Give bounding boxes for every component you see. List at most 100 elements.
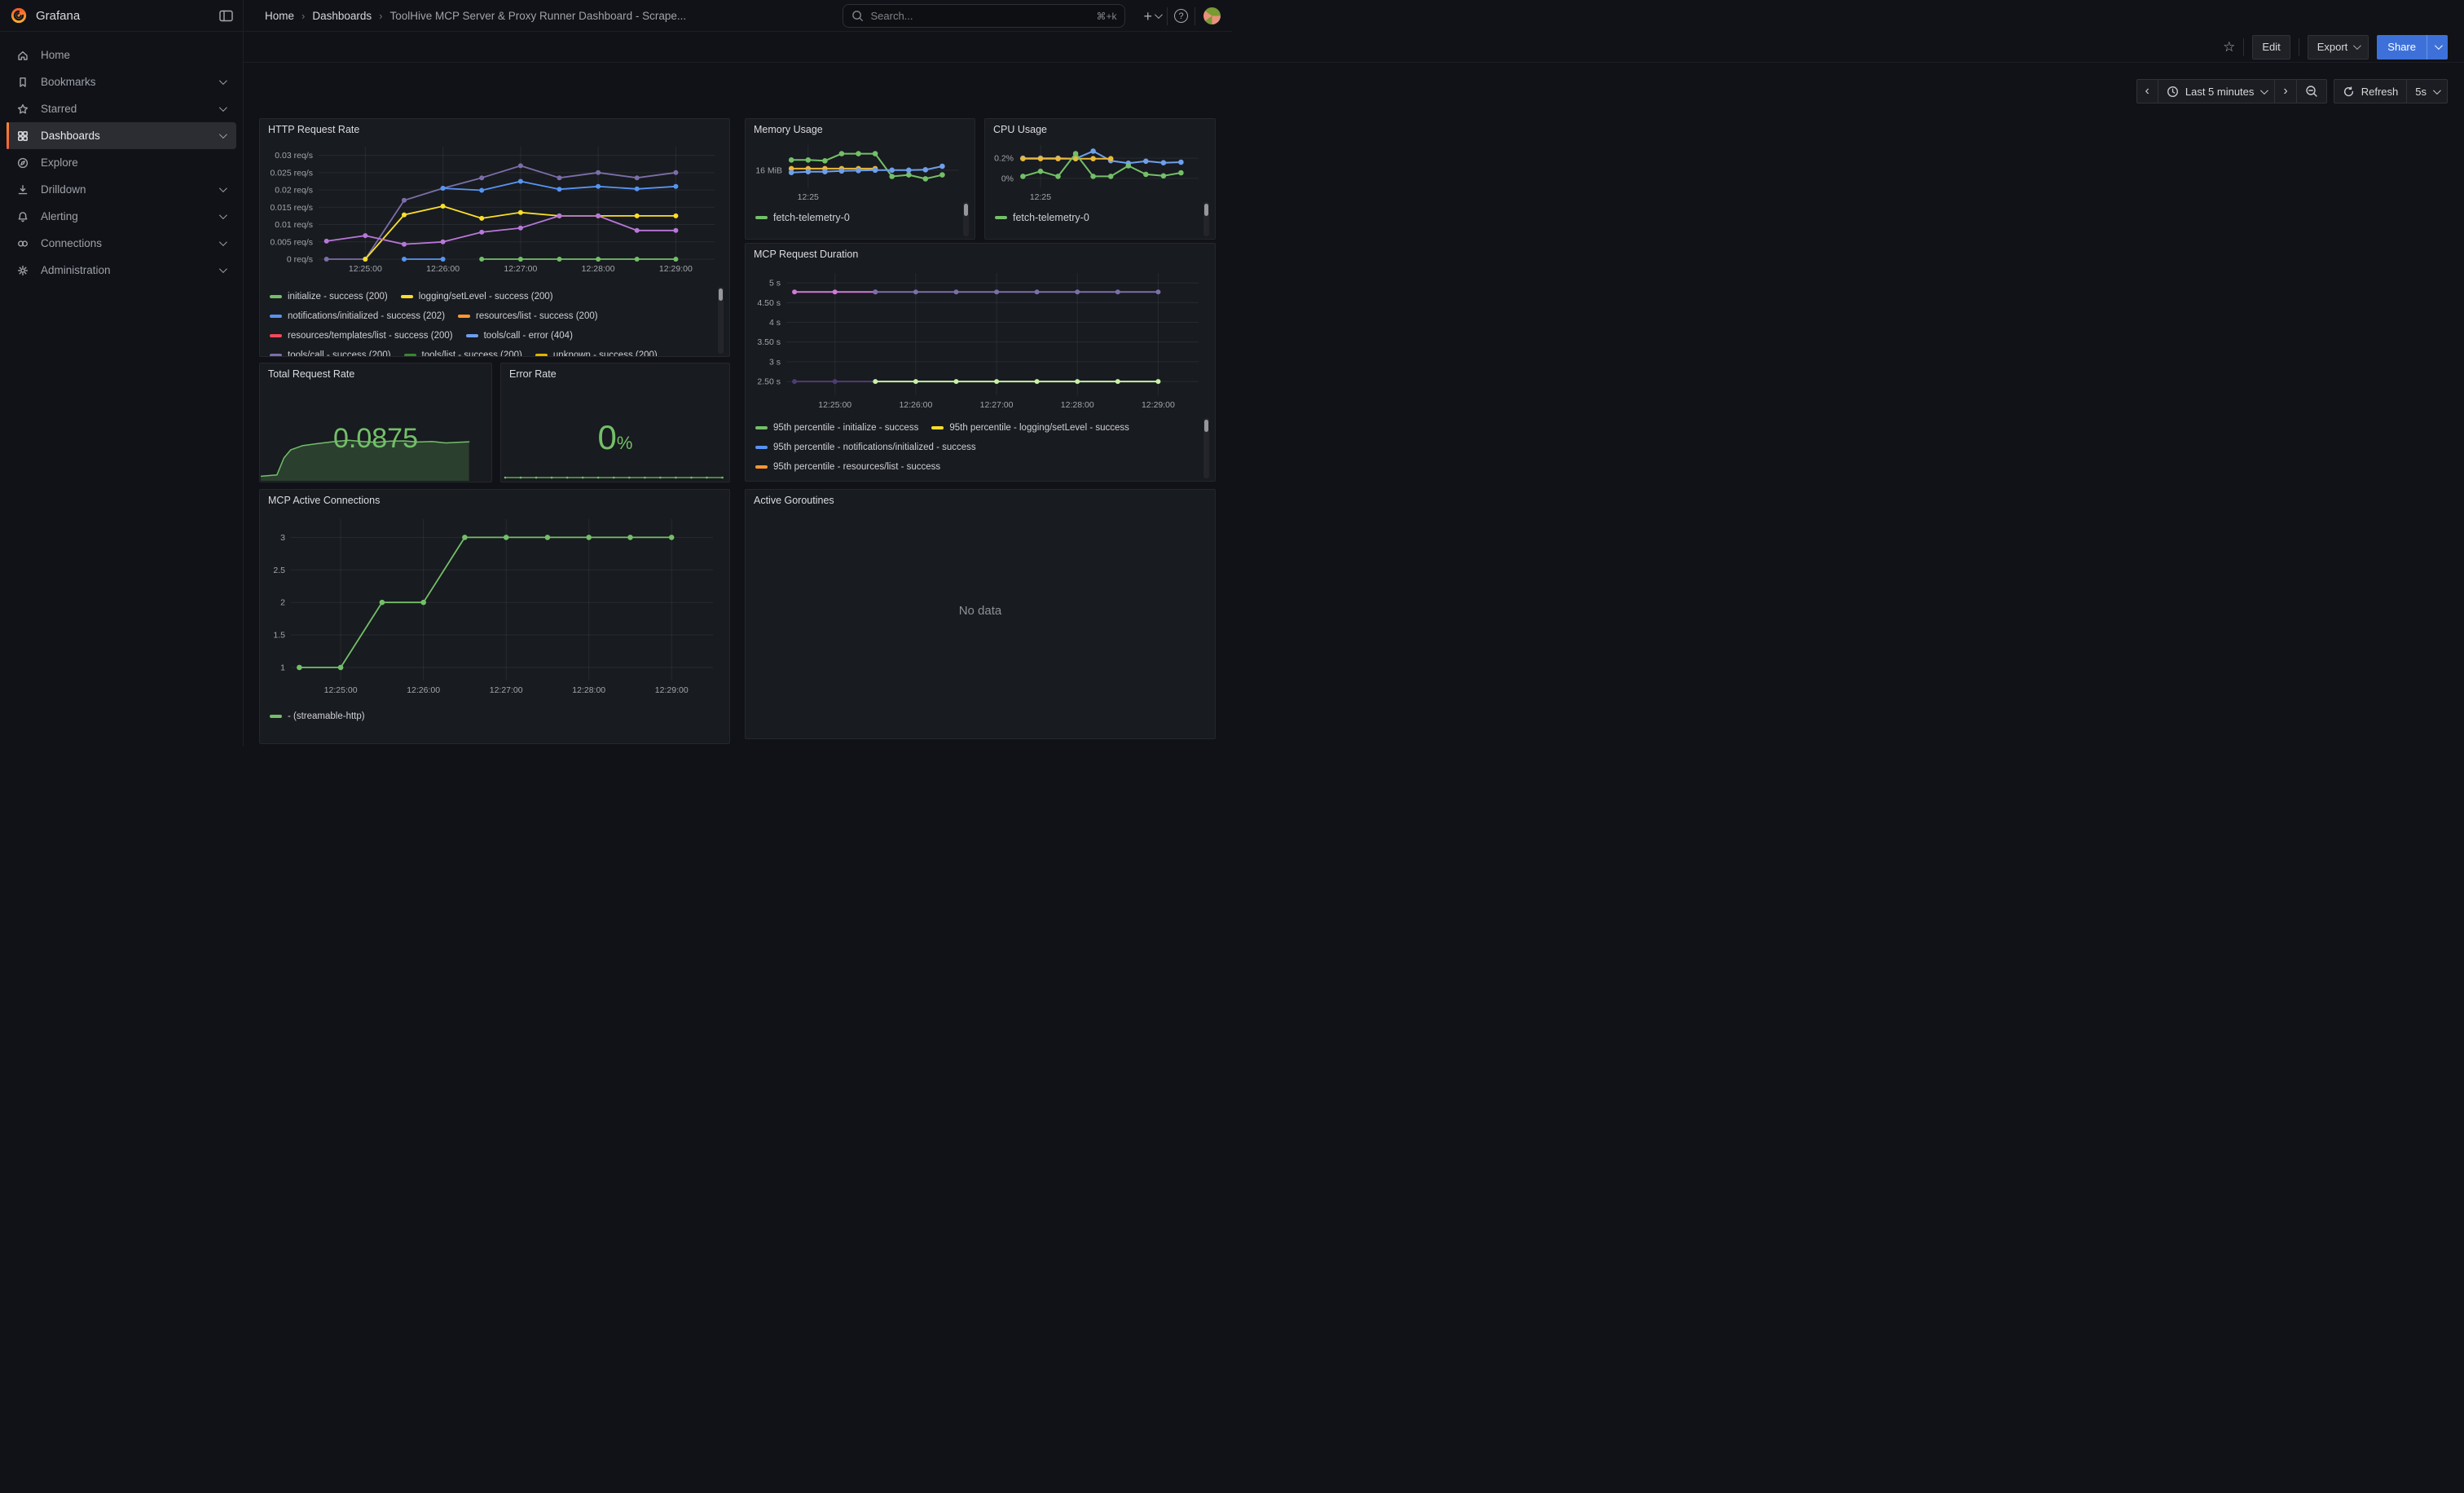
sidebar-item-home[interactable]: Home — [7, 42, 236, 68]
legend-label: logging/setLevel - success (200) — [419, 292, 553, 302]
svg-text:4 s: 4 s — [769, 318, 781, 328]
legend-item[interactable]: tools/list - success (200) — [404, 350, 522, 356]
svg-text:0.005 req/s: 0.005 req/s — [270, 237, 313, 247]
legend-item[interactable]: 95th percentile - notifications/initiali… — [755, 443, 976, 452]
legend-scrollbar[interactable] — [963, 202, 969, 236]
time-range-picker[interactable]: Last 5 minutes — [2158, 80, 2275, 103]
legend-item[interactable]: 95th percentile - resources/list - succe… — [755, 462, 940, 472]
panel-title[interactable]: MCP Request Duration — [746, 244, 1215, 260]
svg-text:12:29:00: 12:29:00 — [659, 264, 693, 274]
legend-item[interactable]: - (streamable-http) — [270, 711, 365, 721]
avatar[interactable] — [1203, 7, 1221, 24]
legend-scrollbar[interactable] — [718, 287, 724, 354]
time-forward-button[interactable]: › — [2274, 80, 2295, 103]
cpu-usage-chart: 0.2%0%12:25 — [988, 139, 1207, 202]
legend-swatch — [995, 216, 1007, 219]
chevron-down-icon — [219, 238, 227, 246]
panel-title[interactable]: Error Rate — [501, 363, 729, 380]
svg-text:12:25: 12:25 — [1030, 192, 1051, 202]
panel-title[interactable]: HTTP Request Rate — [260, 119, 729, 135]
share-menu-button[interactable] — [2427, 35, 2448, 59]
svg-text:12:29:00: 12:29:00 — [655, 685, 689, 695]
legend-item[interactable]: tools/call - error (404) — [466, 331, 573, 341]
zoom-out-button[interactable] — [2296, 80, 2326, 103]
legend-item[interactable]: resources/templates/list - success (200) — [270, 331, 453, 341]
refresh-button[interactable]: Refresh — [2334, 80, 2407, 103]
legend-item[interactable]: initialize - success (200) — [270, 292, 388, 302]
legend-label: fetch-telemetry-0 — [1013, 212, 1089, 223]
breadcrumb-separator: › — [379, 10, 382, 22]
chart-svg: 0.03 req/s0.025 req/s0.02 req/s0.015 req… — [263, 140, 724, 280]
legend-item[interactable]: 95th percentile - logging/setLevel - suc… — [931, 423, 1129, 433]
error-rate-sparkline — [502, 469, 730, 481]
sidebar-item-dashboards[interactable]: Dashboards — [7, 122, 236, 149]
search-input[interactable]: Search... ⌘+k — [843, 4, 1125, 28]
sidebar-item-explore[interactable]: Explore — [7, 149, 236, 176]
sidebar-item-starred[interactable]: Starred — [7, 95, 236, 122]
magnifier-minus-icon — [2305, 85, 2318, 98]
chevron-down-icon — [219, 265, 227, 273]
refresh-interval-label: 5s — [2415, 86, 2427, 98]
search-shortcut: ⌘+k — [1096, 11, 1116, 22]
star-icon[interactable]: ☆ — [2223, 39, 2235, 55]
legend-swatch — [755, 446, 768, 449]
legend-label: - (streamable-http) — [288, 711, 365, 721]
duration-legend: 95th percentile - initialize - success 95… — [755, 418, 1199, 481]
svg-text:0.01 req/s: 0.01 req/s — [275, 220, 313, 230]
dock-sidebar-icon[interactable] — [219, 10, 233, 22]
sidebar: Home BookmarksStarredDashboardsExploreDri… — [0, 32, 244, 746]
panel-mcp-active-connections: MCP Active Connections 32.521.5112:25:00… — [259, 489, 730, 744]
sidebar-item-connections[interactable]: Connections — [7, 230, 236, 257]
svg-text:3.50 s: 3.50 s — [757, 337, 781, 347]
breadcrumb-dashboards[interactable]: Dashboards — [312, 10, 372, 22]
active-connections-legend: - (streamable-http) — [270, 707, 713, 731]
plus-icon: + — [1143, 9, 1152, 24]
sidebar-item-alerting[interactable]: Alerting — [7, 203, 236, 230]
legend-swatch — [270, 715, 282, 718]
sidebar-item-bookmarks[interactable]: Bookmarks — [7, 68, 236, 95]
sidebar-item-administration[interactable]: Administration — [7, 257, 236, 284]
http-request-rate-chart: 0.03 req/s0.025 req/s0.02 req/s0.015 req… — [263, 140, 724, 280]
refresh-interval-picker[interactable]: 5s — [2406, 80, 2447, 103]
legend-item[interactable]: logging/setLevel - success (200) — [401, 292, 553, 302]
legend-scrollbar[interactable] — [1203, 202, 1209, 236]
legend-item[interactable]: notifications/initialized - success (202… — [270, 311, 445, 321]
legend-item[interactable]: unknown - success (200) — [535, 350, 658, 356]
legend-label: tools/call - error (404) — [484, 331, 573, 341]
search-placeholder: Search... — [870, 10, 1089, 22]
legend-swatch — [755, 216, 768, 219]
legend-item[interactable]: fetch-telemetry-0 — [995, 212, 1089, 223]
legend-item[interactable]: resources/list - success (200) — [458, 311, 598, 321]
clock-icon — [2167, 86, 2179, 98]
legend-item[interactable]: tools/call - success (200) — [270, 350, 391, 356]
sidebar-item-label: Alerting — [41, 210, 208, 222]
share-button[interactable]: Share — [2377, 35, 2427, 59]
sidebar-item-drilldown[interactable]: Drilldown — [7, 176, 236, 203]
panel-title[interactable]: CPU Usage — [985, 119, 1215, 135]
new-menu-button[interactable]: + — [1137, 9, 1167, 24]
breadcrumb-home[interactable]: Home — [265, 10, 294, 22]
time-back-button[interactable]: ‹ — [2137, 80, 2158, 103]
panel-memory-usage: Memory Usage 16 MiB12:25 fetch-telemetry… — [745, 118, 975, 240]
sidebar-item-label: Home — [41, 49, 228, 61]
help-button[interactable]: ? — [1168, 9, 1195, 23]
export-label: Export — [2317, 41, 2348, 53]
legend-label: 95th percentile - resources/list - succe… — [773, 462, 940, 472]
svg-text:12:28:00: 12:28:00 — [572, 685, 605, 695]
panel-title[interactable]: Memory Usage — [746, 119, 975, 135]
panel-title[interactable]: Total Request Rate — [260, 363, 491, 380]
legend-item[interactable]: fetch-telemetry-0 — [755, 212, 850, 223]
sidebar-item-label: Administration — [41, 264, 208, 276]
legend-scrollbar[interactable] — [1203, 418, 1209, 478]
panel-title[interactable]: MCP Active Connections — [260, 490, 729, 506]
http-legend: initialize - success (200) logging/setLev… — [270, 287, 713, 356]
edit-button[interactable]: Edit — [2252, 35, 2290, 59]
svg-text:12:27:00: 12:27:00 — [980, 400, 1014, 410]
grafana-logo-icon[interactable] — [10, 7, 28, 24]
svg-text:3: 3 — [280, 533, 285, 543]
svg-text:1: 1 — [280, 663, 285, 673]
legend-item[interactable]: 95th percentile - initialize - success — [755, 423, 918, 433]
panel-title[interactable]: Active Goroutines — [746, 490, 1215, 506]
export-button[interactable]: Export — [2308, 35, 2369, 59]
sidebar-item-label: Connections — [41, 237, 208, 249]
